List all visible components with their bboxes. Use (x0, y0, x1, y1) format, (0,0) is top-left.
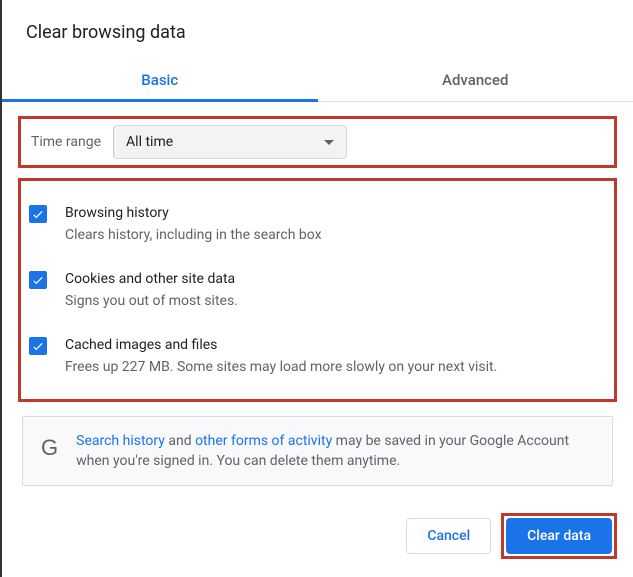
option-browsing-history[interactable]: Browsing history Clears history, includi… (25, 191, 610, 257)
notice-mid1: and (165, 433, 195, 449)
notice-text: Search history and other forms of activi… (76, 431, 594, 471)
tabs: Basic Advanced (2, 61, 633, 102)
google-logo-icon: G (41, 431, 58, 459)
checkmark-icon (31, 339, 45, 353)
time-range-value: All time (126, 134, 173, 150)
annotation-clear-data: Clear data (501, 513, 617, 559)
option-title: Cookies and other site data (65, 269, 606, 289)
option-text: Cached images and files Frees up 227 MB.… (65, 335, 606, 377)
option-title: Cached images and files (65, 335, 606, 355)
option-desc: Signs you out of most sites. (65, 291, 606, 311)
checkbox-cookies[interactable] (29, 271, 47, 289)
time-range-row: Time range All time (27, 125, 608, 159)
time-range-label: Time range (27, 134, 101, 150)
dialog-title: Clear browsing data (2, 0, 633, 61)
annotation-time-range: Time range All time (18, 116, 617, 168)
option-desc: Frees up 227 MB. Some sites may load mor… (65, 357, 606, 377)
checkmark-icon (31, 273, 45, 287)
option-title: Browsing history (65, 203, 606, 223)
dialog-buttons: Cancel Clear data (406, 513, 617, 559)
option-cookies[interactable]: Cookies and other site data Signs you ou… (25, 257, 610, 323)
option-text: Browsing history Clears history, includi… (65, 203, 606, 245)
chevron-down-icon (324, 140, 334, 145)
option-desc: Clears history, including in the search … (65, 225, 606, 245)
annotation-options: Browsing history Clears history, includi… (18, 178, 617, 402)
tab-basic[interactable]: Basic (2, 61, 318, 101)
option-cache[interactable]: Cached images and files Frees up 227 MB.… (25, 323, 610, 389)
checkmark-icon (31, 207, 45, 221)
google-account-notice: G Search history and other forms of acti… (22, 416, 613, 486)
time-range-select[interactable]: All time (113, 125, 347, 159)
tab-advanced[interactable]: Advanced (318, 61, 633, 101)
clear-data-button[interactable]: Clear data (506, 518, 612, 554)
link-search-history[interactable]: Search history (76, 433, 165, 449)
checkbox-cache[interactable] (29, 337, 47, 355)
link-other-activity[interactable]: other forms of activity (195, 433, 332, 449)
dialog-content: Time range All time Browsing history Cle… (2, 102, 633, 486)
cancel-button[interactable]: Cancel (406, 518, 491, 554)
option-text: Cookies and other site data Signs you ou… (65, 269, 606, 311)
checkbox-browsing-history[interactable] (29, 205, 47, 223)
